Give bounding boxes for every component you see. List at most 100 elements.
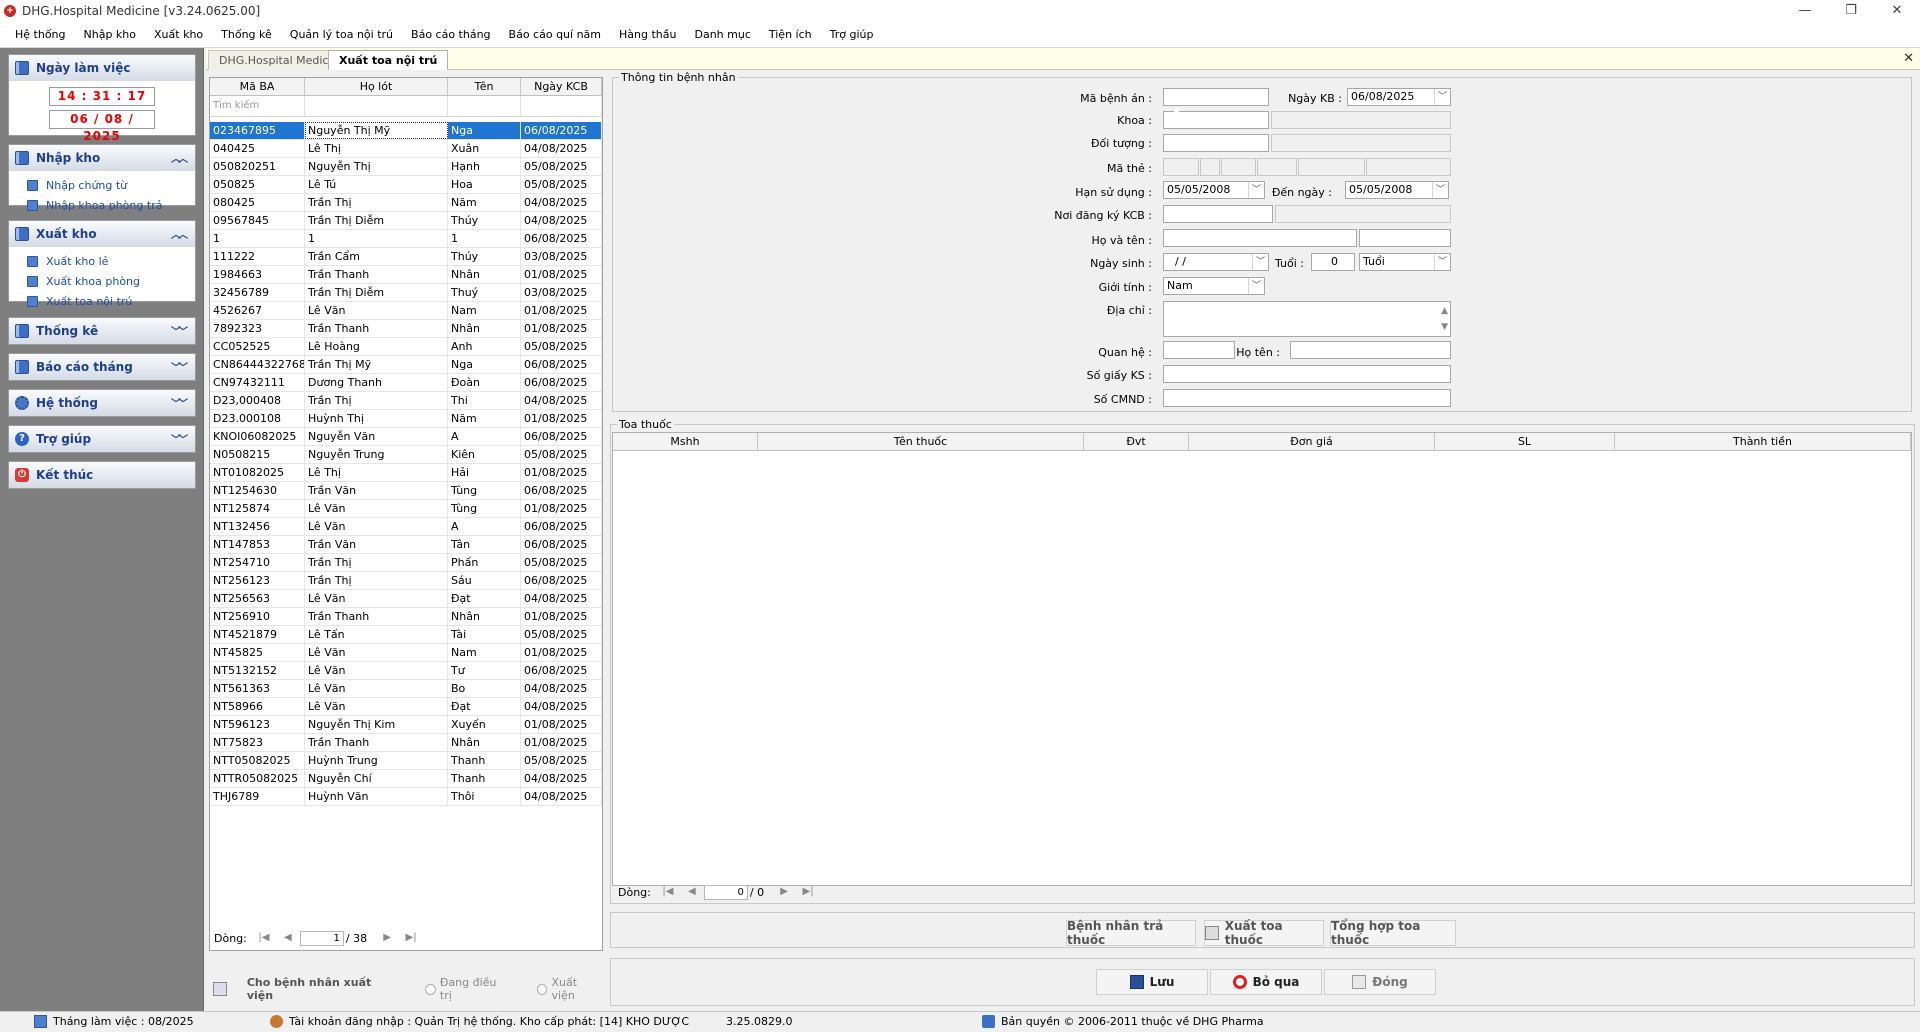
col-ngay-kcb[interactable]: Ngày KCB	[521, 78, 602, 95]
thong-ke-header[interactable]: Thống kê ﹀﹀	[9, 318, 195, 344]
table-row[interactable]: 040425 Lê Thị Xuân 04/08/2025	[210, 140, 602, 158]
table-row[interactable]: D23.000108 Huỳnh Thị Năm 01/08/2025	[210, 410, 602, 428]
menu-he-thong[interactable]: Hệ thống	[6, 22, 75, 48]
table-row[interactable]: D23,000408 Trần Thị Thi 04/08/2025	[210, 392, 602, 410]
discharge-button[interactable]: Cho bệnh nhân xuất viện	[247, 976, 399, 1002]
gioi-tinh-select[interactable]: Nam ﹀	[1163, 277, 1265, 295]
ho-ten-input[interactable]	[1290, 341, 1451, 359]
save-button[interactable]: Lưu	[1096, 969, 1208, 995]
so-cmnd-input[interactable]	[1163, 389, 1451, 407]
filter-ho-lot[interactable]	[305, 96, 448, 116]
radio-treating[interactable]: Đang điều trị	[425, 976, 511, 1002]
table-row[interactable]: CN97432111 Dương Thanh Đoàn 06/08/2025	[210, 374, 602, 392]
current-row-input[interactable]: 0	[703, 884, 748, 900]
first-page-icon[interactable]: |◀	[661, 885, 675, 899]
menu-hang-thau[interactable]: Hàng thầu	[610, 22, 685, 48]
current-row-input[interactable]: 1	[299, 930, 344, 946]
table-row[interactable]: NT256123 Trần Thị Sáu 06/08/2025	[210, 572, 602, 590]
table-row[interactable]: NT5132152 Lê Văn Tư 06/08/2025	[210, 662, 602, 680]
ma-the-part-5[interactable]	[1298, 158, 1365, 176]
sidebar-item-xuat-khoa-phong[interactable]: Xuất khoa phòng	[27, 271, 195, 291]
table-row[interactable]: 1 1 1 06/08/2025	[210, 230, 602, 248]
summary-button[interactable]: Tổng hợp toa thuốc	[1330, 919, 1456, 947]
menu-xuat-kho[interactable]: Xuất kho	[145, 22, 212, 48]
radio-discharged[interactable]: Xuất viện	[536, 976, 603, 1002]
table-row[interactable]: NT132456 Lê Văn A 06/08/2025	[210, 518, 602, 536]
scroll-down-icon[interactable]: ▼	[1441, 319, 1448, 335]
menu-quan-ly-toa[interactable]: Quản lý toa nội trú	[281, 22, 402, 48]
col-dvt[interactable]: Đvt	[1084, 433, 1189, 450]
he-thong-header[interactable]: Hệ thống ﹀﹀	[9, 390, 195, 416]
table-row[interactable]: CC052525 Lê Hoàng Anh 05/08/2025	[210, 338, 602, 356]
ten-input[interactable]	[1359, 229, 1451, 247]
han-su-dung-picker[interactable]: 05/05/2008 ﹀	[1163, 181, 1265, 199]
xuat-kho-header[interactable]: Xuất kho ︿︿	[9, 221, 195, 247]
close-tab-icon[interactable]: ✕	[1903, 51, 1914, 66]
dropdown-arrow-icon[interactable]: ﹀	[1248, 278, 1264, 294]
col-mshh[interactable]: Mshh	[613, 433, 758, 450]
dia-chi-textarea[interactable]: ▲ ▼	[1163, 301, 1451, 337]
table-row[interactable]: 1984663 Trần Thanh Nhân 01/08/2025	[210, 266, 602, 284]
col-ho-lot[interactable]: Họ lót	[305, 78, 448, 95]
table-row[interactable]: NT58966 Lê Văn Đạt 04/08/2025	[210, 698, 602, 716]
sidebar-item-nhap-khoa-phong-tra[interactable]: Nhập khoa phòng trả	[27, 195, 195, 215]
table-row[interactable]: 4526267 Lê Văn Nam 01/08/2025	[210, 302, 602, 320]
sidebar-item-xuat-kho-le[interactable]: Xuất kho lẻ	[27, 251, 195, 271]
tab-xuat-toa-noi-tru[interactable]: Xuất toa nội trú	[328, 50, 449, 70]
table-row[interactable]: 7892323 Trần Thanh Nhân 01/08/2025	[210, 320, 602, 338]
skip-button[interactable]: Bỏ qua	[1210, 969, 1322, 995]
noi-dang-ky-input[interactable]	[1163, 205, 1273, 223]
ngay-sinh-picker[interactable]: / / ﹀	[1163, 253, 1269, 271]
menu-danh-muc[interactable]: Danh mục	[685, 22, 759, 48]
prev-page-icon[interactable]: ◀	[685, 885, 699, 899]
prev-page-icon[interactable]: ◀	[281, 931, 295, 945]
maximize-button[interactable]: ❐	[1828, 0, 1874, 22]
ho-lot-input[interactable]	[1163, 229, 1357, 247]
filter-ten[interactable]	[448, 96, 521, 116]
den-ngay-picker[interactable]: 05/05/2008 ﹀	[1345, 181, 1449, 199]
table-row[interactable]: N0508215 Nguyễn Trung Kiên 05/08/2025	[210, 446, 602, 464]
table-row[interactable]: 023467895 Nguyễn Thị Mỹ Nga 06/08/2025	[210, 122, 602, 140]
table-row[interactable]: 09567845 Trần Thị Diễm Thúy 04/08/2025	[210, 212, 602, 230]
col-ten-thuoc[interactable]: Tên thuốc	[758, 433, 1084, 450]
sidebar-item-xuat-toa-noi-tru[interactable]: Xuất toa nội trú	[27, 291, 195, 311]
col-sl[interactable]: SL	[1435, 433, 1615, 450]
ma-the-part-1[interactable]	[1163, 158, 1199, 176]
tuoi-unit-select[interactable]: Tuổi ﹀	[1359, 253, 1451, 271]
table-row[interactable]: CN86444322768 Trần Thị Mỹ Nga 06/08/2025	[210, 356, 602, 374]
search-filter-input[interactable]: Tìm kiếm	[210, 96, 305, 116]
patient-return-button[interactable]: Bệnh nhân trả thuốc	[1066, 919, 1196, 947]
table-row[interactable]: NTT05082025 Huỳnh Trung Thanh 05/08/2025	[210, 752, 602, 770]
menu-nhap-kho[interactable]: Nhập kho	[75, 22, 146, 48]
table-row[interactable]: KNOI06082025 Nguyễn Văn A 06/08/2025	[210, 428, 602, 446]
bao-cao-header[interactable]: Báo cáo tháng ﹀﹀	[9, 354, 195, 380]
close-window-button[interactable]: ✕	[1874, 0, 1920, 22]
ma-the-part-3[interactable]	[1221, 158, 1256, 176]
menu-thong-ke[interactable]: Thống kê	[212, 22, 281, 48]
table-row[interactable]: NTTR05082025 Nguyễn Chí Thanh 04/08/2025	[210, 770, 602, 788]
table-row[interactable]: 080425 Trần Thị Năm 04/08/2025	[210, 194, 602, 212]
so-giay-ks-input[interactable]	[1163, 365, 1451, 383]
dropdown-arrow-icon[interactable]: ﹀	[1434, 254, 1450, 270]
dropdown-arrow-icon[interactable]: ﹀	[1432, 182, 1448, 198]
table-row[interactable]: NT01082025 Lê Thị Hải 01/08/2025	[210, 464, 602, 482]
doi-tuong-input[interactable]	[1163, 134, 1269, 152]
last-page-icon[interactable]: ▶|	[801, 885, 815, 899]
last-page-icon[interactable]: ▶|	[404, 931, 418, 945]
menu-tien-ich[interactable]: Tiện ích	[760, 22, 821, 48]
table-row[interactable]: NT125874 Lê Văn Tùng 01/08/2025	[210, 500, 602, 518]
table-row[interactable]: THJ6789 Huỳnh Văn Thôi 04/08/2025	[210, 788, 602, 806]
first-page-icon[interactable]: |◀	[257, 931, 271, 945]
table-row[interactable]: NT147853 Trần Văn Tân 06/08/2025	[210, 536, 602, 554]
close-button[interactable]: Đóng	[1324, 969, 1436, 995]
table-row[interactable]: 111222 Trần Cẩm Thúy 03/08/2025	[210, 248, 602, 266]
quan-he-input[interactable]	[1163, 341, 1235, 359]
table-row[interactable]: NT45825 Lê Văn Nam 01/08/2025	[210, 644, 602, 662]
ket-thuc-header[interactable]: ⏻ Kết thúc	[9, 462, 195, 488]
table-row[interactable]: NT561363 Lê Văn Bo 04/08/2025	[210, 680, 602, 698]
next-page-icon[interactable]: ▶	[380, 931, 394, 945]
col-ten[interactable]: Tên	[448, 78, 521, 95]
ma-the-part-6[interactable]	[1366, 158, 1451, 176]
dropdown-arrow-icon[interactable]: ﹀	[1434, 89, 1450, 105]
minimize-button[interactable]: —	[1782, 0, 1828, 22]
